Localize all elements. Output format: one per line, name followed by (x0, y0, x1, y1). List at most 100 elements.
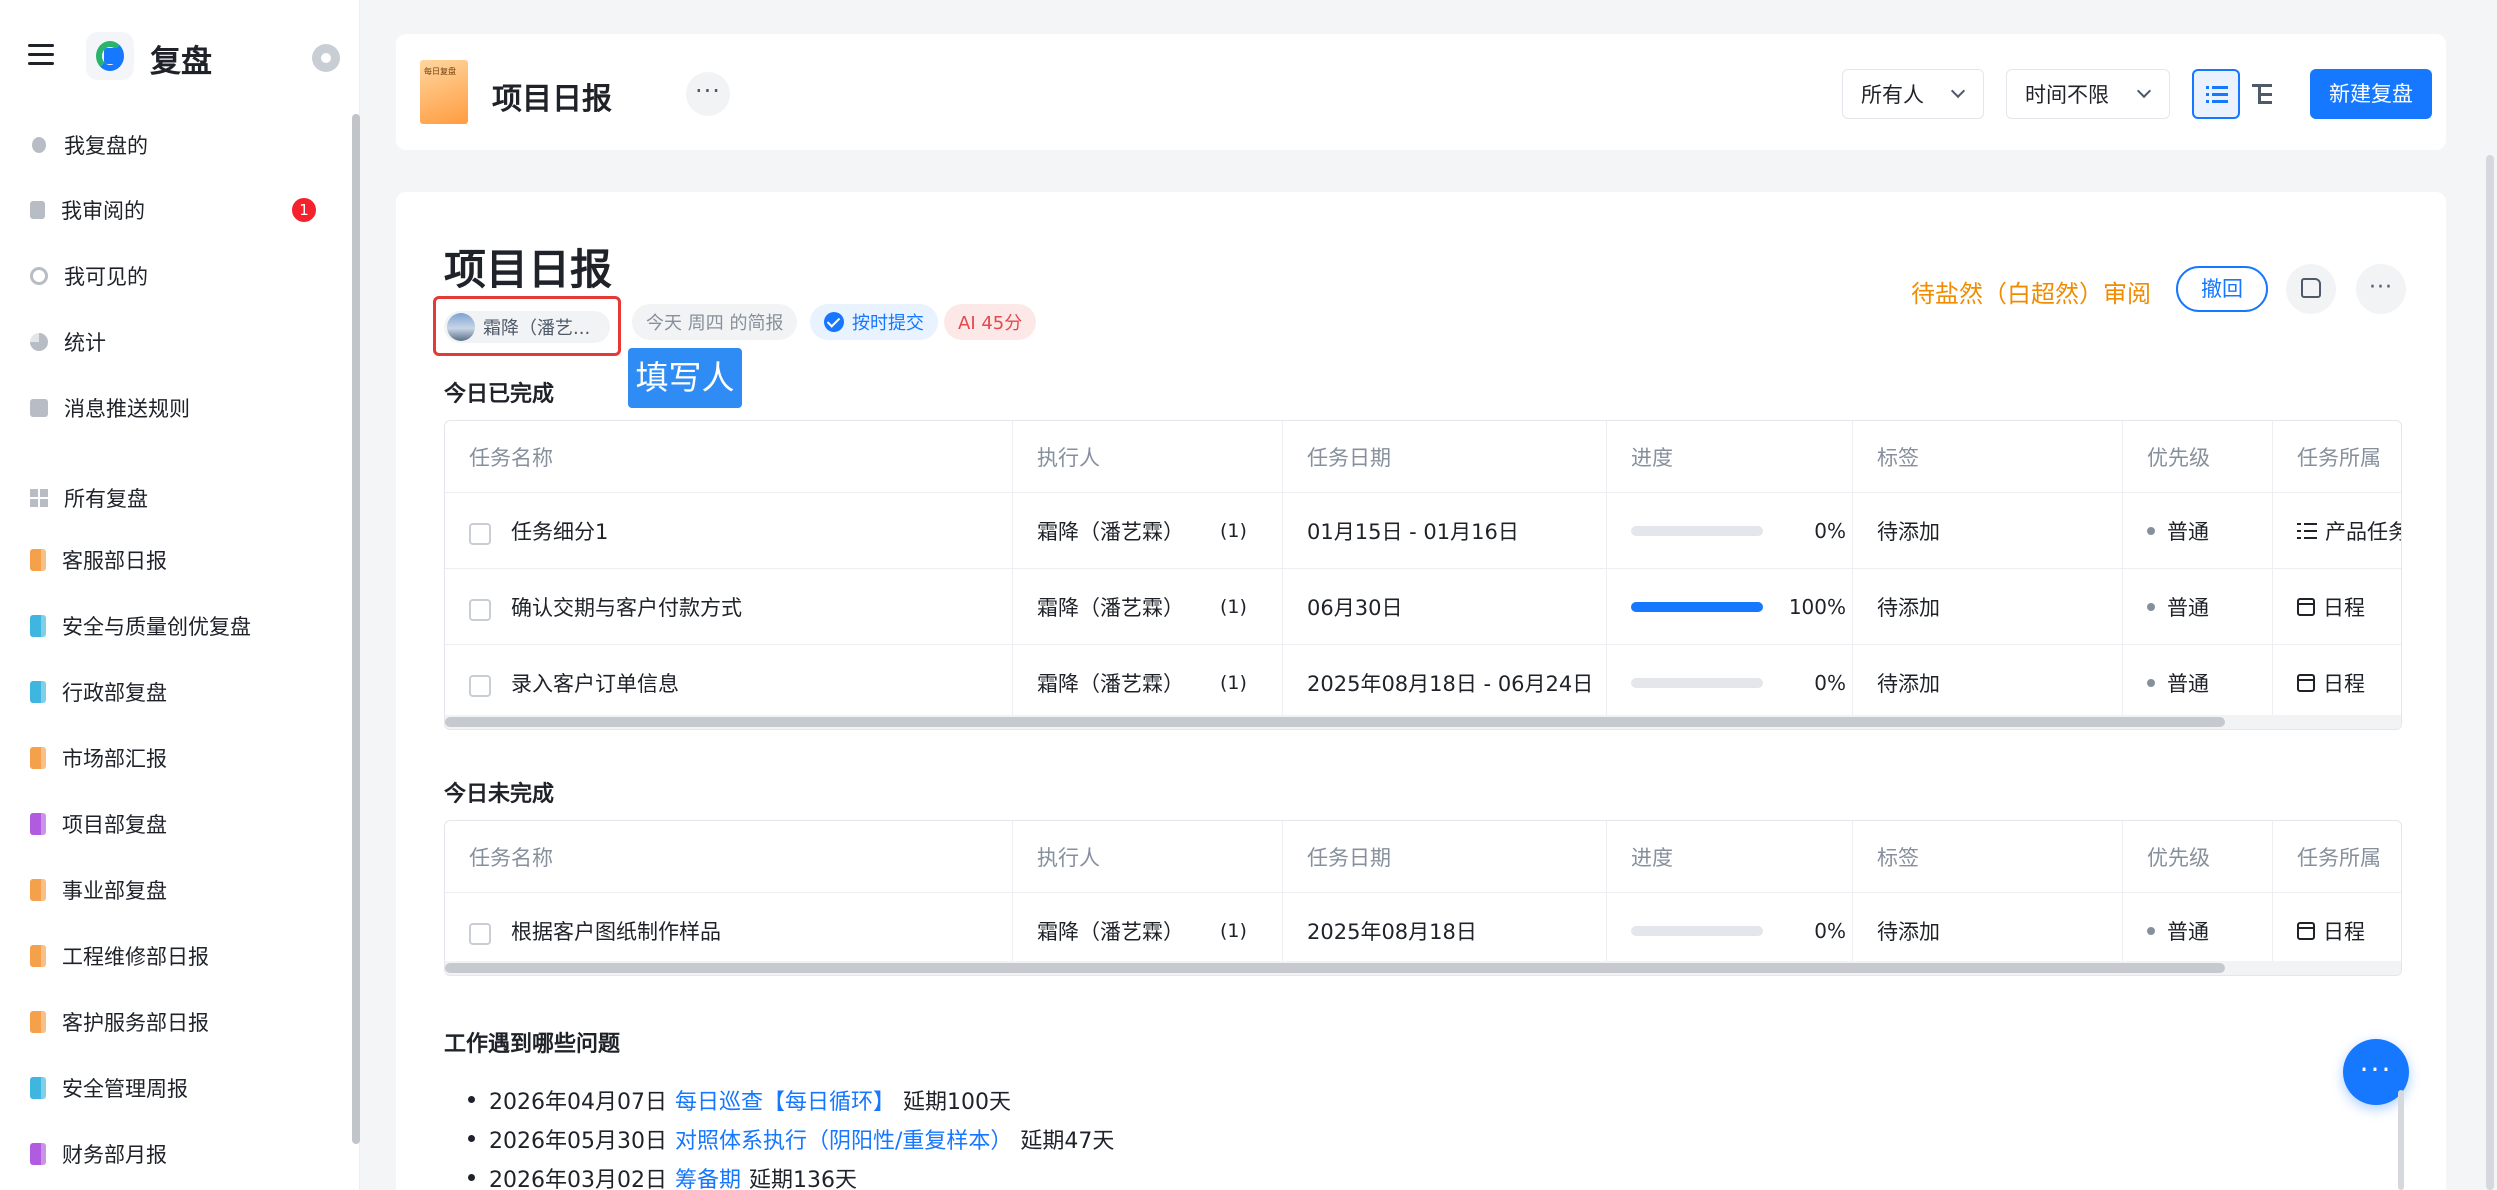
column-header[interactable]: 任务日期 (1283, 821, 1607, 892)
progress-fill (1631, 601, 1763, 612)
time-filter-select[interactable]: 时间不限 (2006, 69, 2170, 119)
issue-item: 2026年05月30日 对照体系执行（阴阳性/重复样本） 延期47天 (468, 1119, 1668, 1158)
list-view-button[interactable] (2192, 69, 2240, 119)
column-header[interactable]: 任务所属 (2273, 421, 2401, 492)
executor-name: 霜降（潘艺霖） (1037, 595, 1184, 620)
task-name[interactable]: 根据客户图纸制作样品 (511, 916, 721, 946)
table-horizontal-scrollbar[interactable] (445, 961, 2401, 975)
column-header[interactable]: 执行人 (1013, 421, 1283, 492)
belong-cell[interactable]: 日程 (2273, 645, 2401, 720)
task-checkbox[interactable] (469, 674, 491, 697)
scrollbar-thumb[interactable] (445, 963, 2225, 973)
sidebar-item-all[interactable]: 所有复盘 (30, 476, 330, 520)
column-header[interactable]: 任务名称 (445, 821, 1013, 892)
sidebar-template-item[interactable]: 客护服务部日报 (30, 1000, 330, 1044)
scrollbar-thumb[interactable] (445, 717, 2225, 727)
progress-bar (1631, 601, 1763, 612)
sidebar-template-item[interactable]: 安全与质量创优复盘 (30, 604, 330, 648)
thumbnail-text: 每日复盘 (424, 67, 456, 76)
sidebar-template-item[interactable]: 项目部复盘 (30, 802, 330, 846)
belong-cell[interactable]: 日程 (2273, 569, 2401, 644)
column-header[interactable]: 执行人 (1013, 821, 1283, 892)
table-row[interactable]: 根据客户图纸制作样品 霜降（潘艺霖） (1) 2025年08月18日 0% 待添加 普通 日程 (445, 893, 2401, 969)
task-name[interactable]: 任务细分1 (511, 516, 608, 546)
progress-text: 0% (1814, 670, 1846, 695)
progress-cell: 0% (1607, 893, 1853, 968)
sidebar-template-item[interactable]: 工程维修部日报 (30, 934, 330, 978)
progress-cell: 0% (1607, 645, 1853, 720)
priority-cell[interactable]: 普通 (2123, 893, 2273, 968)
task-name[interactable]: 录入客户订单信息 (511, 668, 679, 698)
priority-cell[interactable]: 普通 (2123, 493, 2273, 568)
table-horizontal-scrollbar[interactable] (445, 715, 2401, 729)
tag-cell[interactable]: 待添加 (1853, 893, 2123, 968)
sidebar-template-item[interactable]: 事业部复盘 (30, 868, 330, 912)
executor-cell: 霜降（潘艺霖） (1) (1013, 645, 1283, 720)
column-header[interactable]: 标签 (1853, 821, 2123, 892)
menu-icon[interactable] (28, 44, 54, 66)
issue-task-link[interactable]: 对照体系执行（阴阳性/重复样本） (675, 1123, 1012, 1155)
issue-task-link[interactable]: 筹备期 (675, 1162, 741, 1190)
sidebar-header: 复盘 (0, 0, 360, 110)
table-row[interactable]: 确认交期与客户付款方式 霜降（潘艺霖） (1) 06月30日 100% 待添加 普通 日程 (445, 569, 2401, 645)
task-checkbox[interactable] (469, 922, 491, 945)
calendar-icon (2297, 921, 2315, 940)
sidebar-template-item[interactable]: 安全管理周报 (30, 1066, 330, 1110)
priority-cell[interactable]: 普通 (2123, 569, 2273, 644)
person-filter-select[interactable]: 所有人 (1842, 69, 1984, 119)
column-header[interactable]: 优先级 (2123, 821, 2273, 892)
ai-score-badge[interactable]: AI 45分 (944, 304, 1037, 340)
belong-cell[interactable]: 产品任务 (2273, 493, 2401, 568)
issue-task-link[interactable]: 每日巡查【每日循环】 (675, 1084, 895, 1116)
tag-cell[interactable]: 待添加 (1853, 645, 2123, 720)
bullet-icon (468, 1174, 475, 1181)
person-filter-value: 所有人 (1861, 83, 1924, 107)
task-name[interactable]: 确认交期与客户付款方式 (511, 592, 742, 622)
avatar (447, 313, 475, 341)
sidebar-template-item[interactable]: 市场部汇报 (30, 736, 330, 780)
column-header[interactable]: 标签 (1853, 421, 2123, 492)
belong-cell[interactable]: 日程 (2273, 893, 2401, 968)
tag-cell[interactable]: 待添加 (1853, 569, 2123, 644)
sidebar-item-push-rules[interactable]: 消息推送规则 (30, 386, 330, 430)
sidebar-item-stats[interactable]: 统计 (30, 320, 330, 364)
task-date-cell: 06月30日 (1283, 569, 1607, 644)
sidebar-template-item[interactable]: 财务部月报 (30, 1132, 330, 1176)
author-chip[interactable]: 霜降（潘艺... (444, 311, 610, 343)
sidebar-scrollbar[interactable] (352, 110, 360, 1190)
column-header[interactable]: 任务名称 (445, 421, 1013, 492)
like-button[interactable] (2286, 264, 2336, 314)
column-header[interactable]: 任务所属 (2273, 821, 2401, 892)
incomplete-task-table: 任务名称 执行人 任务日期 进度 标签 优先级 任务所属 根据客户图纸制作样品 霜降（潘艺霖） (… (444, 820, 2402, 976)
revoke-button[interactable]: 撤回 (2176, 266, 2268, 312)
report-more-button[interactable]: ··· (2356, 264, 2406, 314)
column-header[interactable]: 进度 (1607, 821, 1853, 892)
sidebar-item-visible[interactable]: 我可见的 (30, 254, 330, 298)
task-checkbox[interactable] (469, 522, 491, 545)
task-name-cell: 任务细分1 (445, 493, 1013, 568)
column-header[interactable]: 进度 (1607, 421, 1853, 492)
table-row[interactable]: 任务细分1 霜降（潘艺霖） (1) 01月15日 - 01月16日 0% 待添加 普通 产品任… (445, 493, 2401, 569)
sidebar-item-my-reviews[interactable]: 我复盘的 (30, 123, 330, 167)
column-header[interactable]: 任务日期 (1283, 421, 1607, 492)
user-icon (32, 137, 46, 153)
content-scrollbar[interactable] (2398, 1090, 2404, 1190)
sidebar-item-label: 统计 (64, 331, 106, 355)
book-icon (30, 1143, 46, 1165)
new-review-button[interactable]: 新建复盘 (2310, 69, 2432, 119)
main-scrollbar[interactable] (2486, 155, 2494, 1190)
task-checkbox[interactable] (469, 598, 491, 621)
tag-cell[interactable]: 待添加 (1853, 493, 2123, 568)
table-row[interactable]: 录入客户订单信息 霜降（潘艺霖） (1) 2025年08月18日 - 06月24日 0%… (445, 645, 2401, 721)
sidebar-template-item[interactable]: 行政部复盘 (30, 670, 330, 714)
header-more-button[interactable]: ··· (686, 72, 730, 116)
priority-cell[interactable]: 普通 (2123, 645, 2273, 720)
gear-icon[interactable] (312, 44, 340, 72)
tree-view-button[interactable] (2238, 69, 2286, 119)
sidebar-item-label: 客服部日报 (62, 549, 167, 573)
progress-bar (1631, 525, 1763, 536)
column-header[interactable]: 优先级 (2123, 421, 2273, 492)
sidebar-template-item[interactable]: 客服部日报 (30, 538, 330, 582)
sidebar-item-reviewed[interactable]: 我审阅的 1 (30, 188, 330, 232)
status-text: 按时提交 (852, 313, 924, 334)
